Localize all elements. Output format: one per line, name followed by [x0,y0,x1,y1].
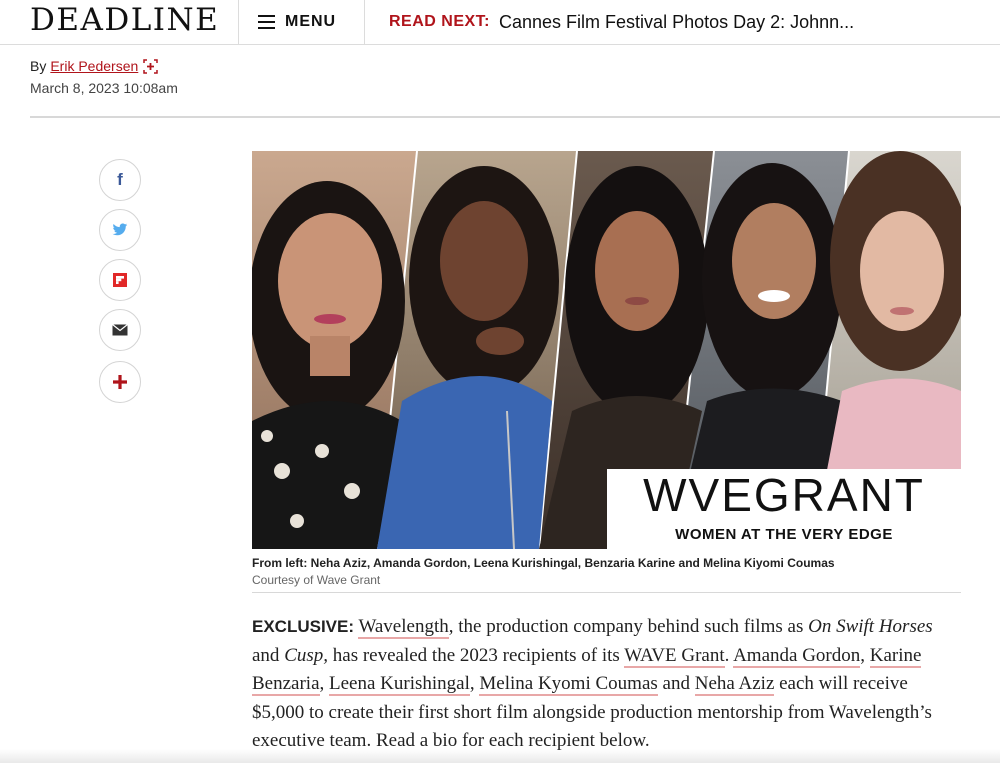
menu-button[interactable]: MENU [258,0,336,44]
share-email-button[interactable] [99,309,141,351]
article-text: . [724,644,734,666]
site-logo[interactable]: DEADLINE [30,2,219,38]
read-next-title[interactable]: Cannes Film Festival Photos Day 2: Johnn… [499,12,854,33]
link-wave-grant[interactable]: WAVE Grant [624,644,725,668]
article-text: has revealed the 2023 recipients of its [328,644,625,666]
film-title: On Swift Horses [808,616,933,637]
link-melina-kyomi-coumas[interactable]: Melina Kyomi Coumas [479,673,658,697]
publish-date: March 8, 2023 10:08am [30,80,178,96]
read-next[interactable]: READ NEXT: Cannes Film Festival Photos D… [389,0,854,44]
article-text: , [319,673,330,695]
film-title: Cusp, [284,644,329,666]
plus-icon [113,375,127,389]
hamburger-icon [258,15,275,29]
link-wavelength[interactable]: Wavelength [358,616,449,639]
flipboard-icon [113,273,127,287]
byline: By Erik Pedersen [30,58,159,74]
wave-grant-logo: WVEGRANT WOMEN AT THE VERY EDGE [607,469,961,549]
top-bar: DEADLINE MENU READ NEXT: Cannes Film Fes… [0,0,1000,45]
facebook-icon: f [117,170,123,189]
share-facebook-button[interactable]: f [99,159,141,201]
twitter-icon [112,223,128,236]
link-amanda-gordon[interactable]: Amanda Gordon [733,644,861,668]
divider [364,0,365,44]
link-leena-kurishingal[interactable]: Leena Kurishingal [329,673,470,697]
divider [30,116,1000,118]
share-more-button[interactable] [99,361,141,403]
follow-author-icon[interactable] [143,58,159,74]
author-link[interactable]: Erik Pedersen [50,58,138,74]
share-twitter-button[interactable] [99,209,141,251]
article-text: , [469,673,480,695]
article-body: EXCLUSIVE: Wavelength, the production co… [252,613,952,756]
wave-grant-logo-text: WVEGRANT [643,469,925,521]
byline-prefix: By [30,58,47,74]
divider [252,592,961,593]
share-flipboard-button[interactable] [99,259,141,301]
menu-label: MENU [285,13,337,30]
image-caption: From left: Neha Aziz, Amanda Gordon, Lee… [252,556,835,570]
article-text: , [860,644,870,666]
exclusive-label: EXCLUSIVE: [252,617,355,636]
article-text: and [252,644,285,666]
link-neha-aziz[interactable]: Neha Aziz [694,673,775,697]
article-text: and [657,673,695,695]
hero-image: WVEGRANT WOMEN AT THE VERY EDGE [252,151,961,549]
page-bottom-shadow [0,749,1000,763]
wave-grant-tagline: WOMEN AT THE VERY EDGE [675,526,893,543]
read-next-label: READ NEXT: [389,13,491,30]
image-credit: Courtesy of Wave Grant [252,573,381,587]
email-icon [112,324,128,336]
divider [238,0,239,44]
article-text: , the production company behind such fil… [448,616,809,637]
